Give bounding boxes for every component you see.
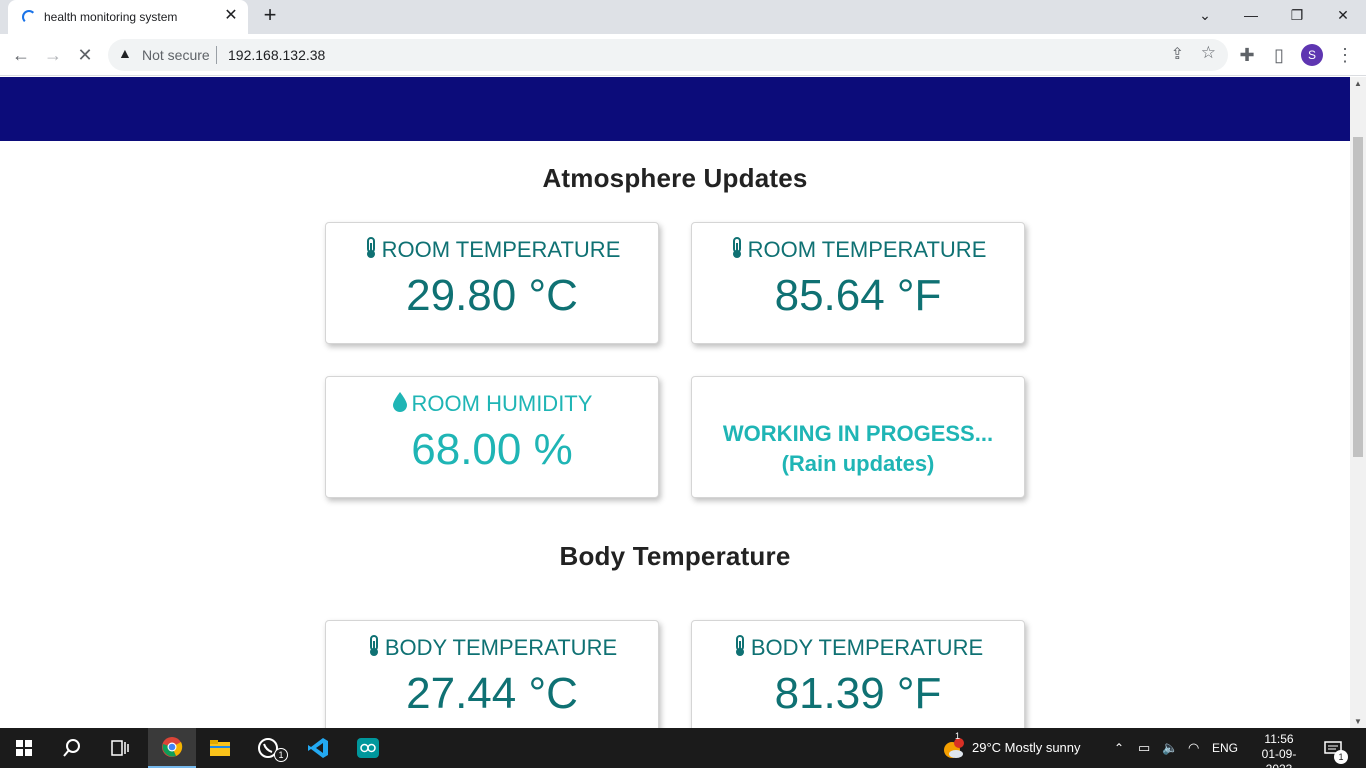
clock-time: 11:56 — [1264, 732, 1294, 746]
scrollbar-thumb[interactable] — [1353, 137, 1363, 457]
address-bar[interactable]: ▲ Not secure 192.168.132.38 ⇪ ☆ — [108, 39, 1228, 71]
weather-icon[interactable]: 1 — [942, 728, 964, 768]
not-secure-label[interactable]: Not secure — [142, 47, 210, 63]
tab-close-icon[interactable]: ✕ — [222, 7, 240, 25]
thermometer-icon — [730, 237, 744, 265]
rain-subtitle: (Rain updates) — [781, 451, 935, 476]
page-viewport: Atmosphere Updates ROOM TEMPERATURE 29.8… — [0, 77, 1350, 728]
bookmark-star-icon[interactable]: ☆ — [1201, 43, 1216, 63]
share-icon[interactable]: ⇪ — [1171, 44, 1184, 64]
battery-icon[interactable]: ▭ — [1138, 728, 1150, 768]
tab-title: health monitoring system — [44, 10, 178, 24]
room-temp-f-value: 85.64 °F — [774, 271, 942, 320]
room-temp-c-value: 29.80 °C — [406, 271, 578, 320]
room-temp-f-card: ROOM TEMPERATURE 85.64 °F — [691, 222, 1025, 344]
language-indicator[interactable]: ENG — [1212, 728, 1238, 768]
start-windows-icon[interactable] — [0, 728, 48, 768]
notification-icon[interactable]: 1 — [1324, 728, 1348, 768]
body-temp-c-label: BODY TEMPERATURE — [384, 635, 618, 660]
url-text[interactable]: 192.168.132.38 — [228, 47, 325, 63]
stop-loading-icon[interactable]: ✕ — [70, 40, 100, 70]
side-panel-icon[interactable]: ▯ — [1264, 40, 1294, 70]
volume-icon[interactable]: 🔈 — [1162, 728, 1178, 768]
water-drop-icon — [392, 391, 408, 419]
room-humidity-card: ROOM HUMIDITY 68.00 % — [325, 376, 659, 498]
room-temp-c-card: ROOM TEMPERATURE 29.80 °C — [325, 222, 659, 344]
forward-icon[interactable]: → — [38, 40, 68, 70]
vscode-icon[interactable] — [294, 728, 342, 768]
body-temp-f-label: BODY TEMPERATURE — [750, 635, 984, 660]
clock-date: 01-09-2023 — [1261, 747, 1297, 776]
page-scrollbar[interactable]: ▲ ▼ — [1350, 77, 1366, 728]
thermometer-icon — [733, 635, 747, 663]
loading-spinner-icon — [22, 10, 36, 24]
omnibox-divider — [216, 46, 217, 64]
close-window-button[interactable]: ✕ — [1320, 0, 1366, 30]
tab-search-icon[interactable]: ⌄ — [1182, 0, 1228, 30]
whatsapp-badge: 1 — [274, 748, 288, 762]
browser-tab[interactable]: health monitoring system ✕ — [8, 0, 248, 34]
warning-icon[interactable]: ▲ — [118, 45, 132, 61]
chrome-icon[interactable] — [148, 728, 196, 768]
body-temperature-title: Body Temperature — [559, 541, 791, 571]
profile-avatar[interactable]: S — [1301, 44, 1323, 66]
weather-badge: 1 — [955, 731, 961, 741]
room-humidity-value: 68.00 % — [411, 425, 573, 474]
show-hidden-icons-icon[interactable]: ⌃ — [1114, 728, 1124, 768]
body-temp-c-card: BODY TEMPERATURE 27.44 °C — [325, 620, 659, 728]
clock[interactable]: 11:56 01-09-2023 — [1250, 732, 1308, 776]
atmosphere-title: Atmosphere Updates — [542, 163, 808, 193]
browser-tab-strip: health monitoring system ✕ + ⌄ — ❐ ✕ — [0, 0, 1366, 34]
file-explorer-icon[interactable] — [196, 728, 244, 768]
room-temp-f-label: ROOM TEMPERATURE — [747, 237, 987, 262]
room-humidity-label: ROOM HUMIDITY — [411, 391, 593, 416]
new-tab-button[interactable]: + — [258, 4, 282, 28]
body-temp-c-value: 27.44 °C — [406, 669, 578, 718]
header-banner — [0, 77, 1350, 141]
weather-text[interactable]: 29°C Mostly sunny — [972, 728, 1081, 768]
browser-toolbar: ← → ✕ ▲ Not secure 192.168.132.38 ⇪ ☆ ✚ … — [0, 34, 1366, 76]
rain-updates-card: WORKING IN PROGESS... (Rain updates) — [691, 376, 1025, 498]
scroll-down-icon[interactable]: ▼ — [1354, 717, 1362, 726]
search-icon[interactable] — [48, 728, 96, 768]
scroll-up-icon[interactable]: ▲ — [1354, 79, 1362, 88]
room-temp-c-label: ROOM TEMPERATURE — [381, 237, 621, 262]
wifi-icon[interactable]: ◠ — [1188, 728, 1199, 768]
thermometer-icon — [367, 635, 381, 663]
restore-button[interactable]: ❐ — [1274, 0, 1320, 30]
notification-badge: 1 — [1334, 750, 1348, 764]
windows-taskbar: 1 1 29°C Mostly sunny ⌃ ▭ 🔈 ◠ ENG 11:56 … — [0, 728, 1366, 776]
rain-status-text: WORKING IN PROGESS... — [722, 421, 994, 446]
body-temp-f-value: 81.39 °F — [774, 669, 942, 718]
body-temp-f-card: BODY TEMPERATURE 81.39 °F — [691, 620, 1025, 728]
thermometer-icon — [364, 237, 378, 265]
minimize-button[interactable]: — — [1228, 0, 1274, 30]
arduino-icon[interactable] — [344, 728, 392, 768]
extensions-icon[interactable]: ✚ — [1232, 40, 1262, 70]
task-view-icon[interactable] — [96, 728, 144, 768]
back-icon[interactable]: ← — [6, 40, 36, 70]
whatsapp-icon[interactable]: 1 — [244, 728, 292, 768]
menu-icon[interactable]: ⋮ — [1330, 40, 1360, 70]
